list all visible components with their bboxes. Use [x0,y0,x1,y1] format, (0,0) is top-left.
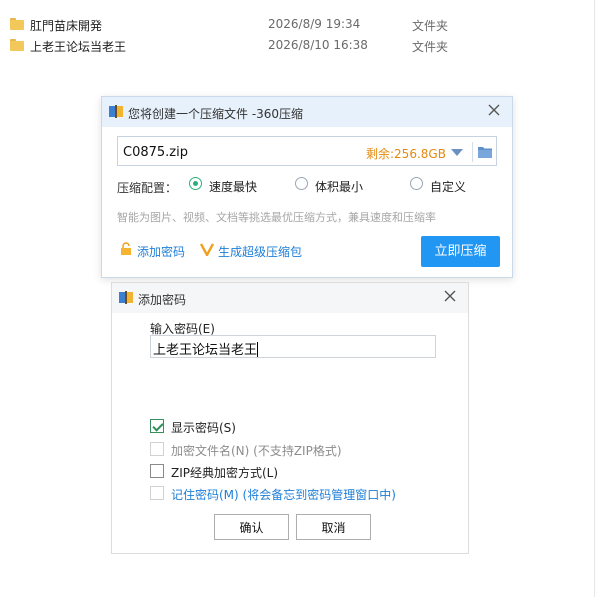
checkbox-label: ZIP经典加密方式(L) [171,466,279,480]
config-label: 压缩配置： [117,181,178,195]
checkbox-icon[interactable] [150,486,164,500]
remaining-space: 剩余:256.8GB [366,147,446,161]
add-password-label[interactable]: 添加密码 [137,243,185,260]
folder-icon [10,18,24,30]
checkbox-label: 加密文件名(N) (不支持ZIP格式) [171,444,342,458]
super-pack-label[interactable]: 生成超级压缩包 [218,243,302,260]
file-date: 2026/8/10 16:38 [268,38,368,52]
file-row[interactable]: 上老王论坛当老王 2026/8/10 16:38 文件夹 [0,35,602,55]
file-name: 肛門苗床開発 [30,19,103,33]
checkbox-label: 记住密码(M) (将会备忘到密码管理窗口中) [171,488,396,502]
compress-dialog: 您将创建一个压缩文件 -360压缩 C0875.zip 剩余:256.8GB 压… [101,96,513,278]
radio-label: 自定义 [430,180,467,194]
password-value[interactable]: 上老王论坛当老王 [153,343,257,358]
password-dialog-titlebar[interactable]: 添加密码 [112,283,468,313]
close-icon[interactable] [442,288,458,304]
lock-icon [121,242,131,255]
radio-label: 速度最快 [209,180,258,194]
file-row[interactable]: 肛門苗床開発 2026/8/9 19:34 文件夹 [0,14,602,34]
cancel-button[interactable]: 取消 [296,514,371,540]
compress-dialog-titlebar[interactable]: 您将创建一个压缩文件 -360压缩 [102,97,512,127]
file-date: 2026/8/9 19:34 [268,17,361,31]
text-caret [257,342,259,357]
checkbox-checked-icon[interactable] [150,419,164,433]
radio-selected-icon[interactable] [189,177,202,190]
filename-field[interactable]: C0875.zip 剩余:256.8GB [117,136,497,166]
archive-icon [109,105,123,118]
close-icon[interactable] [486,102,502,118]
file-name: 上老王论坛当老王 [30,40,127,54]
radio-icon[interactable] [295,177,308,190]
browse-folder-icon[interactable] [476,143,494,161]
radio-label: 体积最小 [315,180,364,194]
window-edge [594,0,595,597]
checkbox-icon [150,442,164,456]
password-dialog-title: 添加密码 [138,293,187,307]
password-input[interactable]: 上老王论坛当老王 [150,335,436,358]
checkbox-label: 显示密码(S) [171,421,236,435]
divider [472,142,473,162]
chevron-down-icon[interactable] [451,149,463,156]
radio-icon[interactable] [410,177,423,190]
ok-button[interactable]: 确认 [214,514,289,540]
filename-value[interactable]: C0875.zip [123,145,188,160]
file-type: 文件夹 [412,40,449,54]
compression-hint: 智能为图片、视频、文档等挑选最优压缩方式，兼具速度和压缩率 [117,211,436,224]
password-dialog: 添加密码 输入密码(E) 上老王论坛当老王 显示密码(S) 加密文件名(N) (… [111,282,469,554]
compress-now-button[interactable]: 立即压缩 [421,236,500,267]
checkbox-icon[interactable] [150,464,164,478]
v-badge-icon [200,243,214,256]
file-type: 文件夹 [412,19,449,33]
archive-icon [119,291,133,304]
folder-icon [10,39,24,51]
compress-dialog-title: 您将创建一个压缩文件 -360压缩 [128,107,304,121]
